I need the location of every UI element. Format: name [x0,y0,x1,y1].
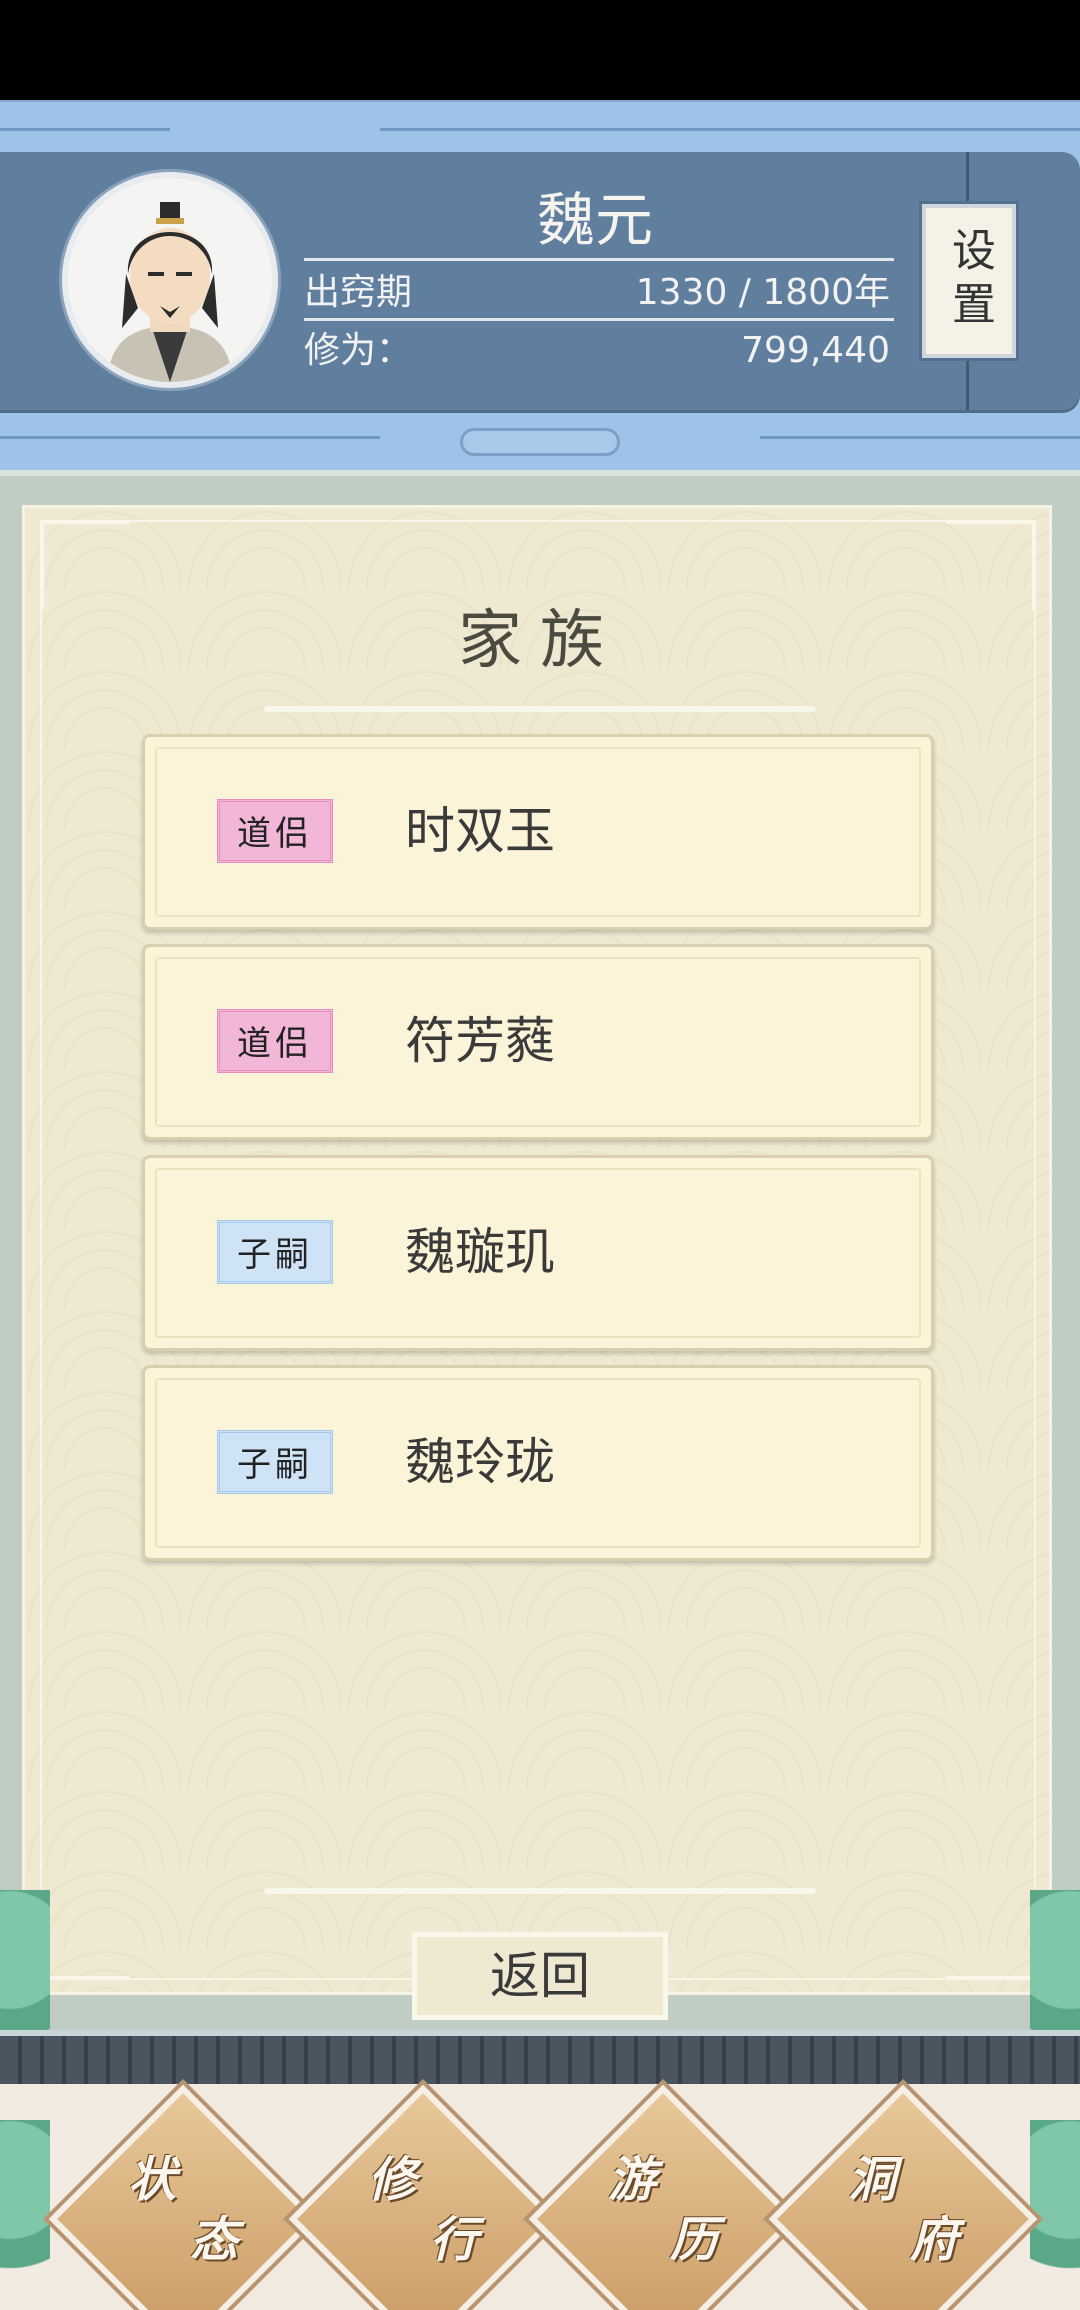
tree-decoration-left [0,2120,50,2310]
roof-tiles [0,2030,1080,2084]
back-button[interactable]: 返回 [412,1932,668,2020]
bottom-divider [264,1888,816,1894]
settings-button[interactable]: 设置 [922,204,1016,358]
member-name: 魏玲珑 [405,1433,555,1491]
relation-tag: 道侣 [217,799,333,863]
cultivation-label: 修为： [304,330,413,371]
status-bar [0,0,1080,100]
family-member-card[interactable]: 道侣 符芳蕤 [142,944,934,1140]
nav-cultivate-label: 修 行 [368,2152,478,2268]
family-member-card[interactable]: 子嗣 魏璇玑 [142,1155,934,1351]
corner-ornament-top-right [946,520,1036,610]
name-underline [304,258,894,261]
member-name: 符芳蕤 [405,1012,555,1070]
realm-label: 出窍期 [304,272,413,313]
corner-ornament-bottom-right [946,1890,1036,1980]
family-member-card[interactable]: 子嗣 魏玲珑 [142,1365,934,1561]
corner-ornament-bottom-left [40,1890,130,1980]
player-name: 魏元 [536,186,653,254]
member-name: 时双玉 [405,802,555,860]
cultivator-portrait-icon [68,178,272,382]
avatar[interactable] [62,172,278,388]
tree-decoration-right [1030,2120,1080,2310]
lifespan-value: 1330 / 1800年 [635,272,890,313]
nav-abode-label: 洞 府 [848,2152,958,2268]
member-name: 魏璇玑 [405,1223,555,1281]
title-divider [264,706,816,712]
relation-tag: 子嗣 [217,1220,333,1284]
family-member-card[interactable]: 道侣 时双玉 [142,734,934,930]
relation-tag: 道侣 [217,1009,333,1073]
cultivation-value: 799,440 [741,330,890,371]
stat-divider [304,318,894,321]
relation-tag: 子嗣 [217,1430,333,1494]
panel-handle[interactable] [460,428,620,456]
nav-status-label: 状 态 [128,2152,238,2268]
family-title: 家族 [458,604,622,678]
corner-ornament-top-left [40,520,130,610]
nav-travel-label: 游 历 [608,2152,718,2268]
